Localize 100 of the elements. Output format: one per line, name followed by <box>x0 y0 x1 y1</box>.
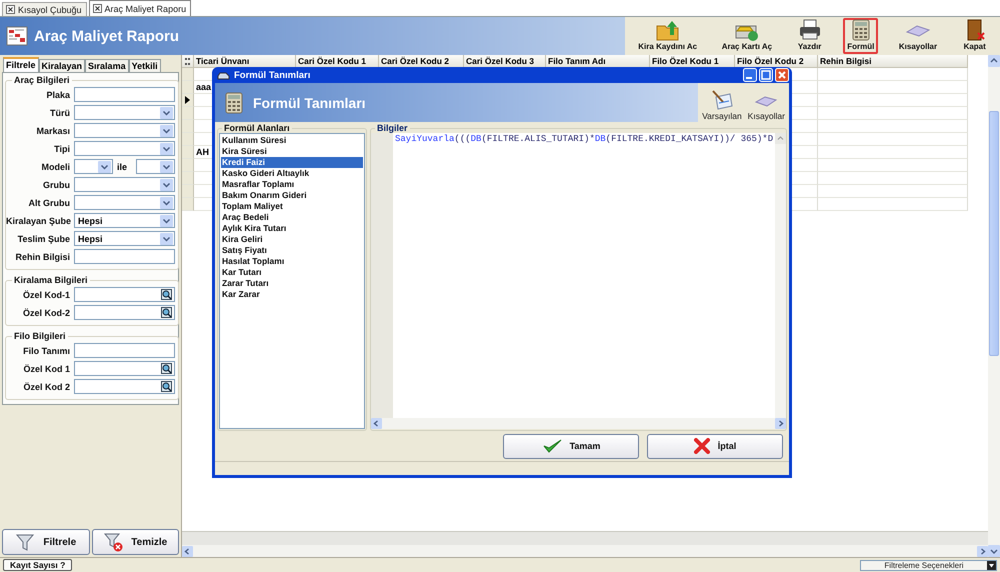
search-icon <box>161 289 172 300</box>
chevron-icon <box>160 178 173 190</box>
chevron-icon <box>160 160 173 172</box>
toolbar-button[interactable]: Kira Kaydını Ac <box>634 18 702 54</box>
list-item[interactable]: Zarar Tutarı <box>221 278 363 289</box>
funnel-clear-icon <box>103 532 124 552</box>
list-item[interactable]: Kullanım Süresi <box>221 135 363 146</box>
group-title: Bilgiler <box>376 123 409 133</box>
dialog-button[interactable]: İptal <box>647 434 783 458</box>
dropdown-field[interactable]: Hepsi <box>74 231 175 246</box>
vertical-scrollbar[interactable] <box>988 55 1000 557</box>
list-item[interactable]: Kar Zarar <box>221 289 363 300</box>
tab[interactable]: Filtrele <box>3 57 39 72</box>
toolbar-button[interactable]: Araç Kartı Aç <box>718 18 776 54</box>
dropdown-field[interactable] <box>74 141 175 156</box>
toolbar-button[interactable]: Formül <box>843 18 878 54</box>
close-icon <box>6 5 15 14</box>
lookup-field[interactable] <box>74 361 175 376</box>
filter-button[interactable]: Filtrele <box>2 529 90 555</box>
chevron-icon <box>160 214 173 226</box>
page-title: Araç Maliyet Raporu <box>34 28 180 44</box>
dropdown-field[interactable] <box>74 105 175 120</box>
group-title: Kiralama Bilgileri <box>13 275 89 285</box>
horizontal-scrollbar[interactable] <box>182 545 988 557</box>
field-label: Türü <box>49 108 70 118</box>
tab[interactable]: Araç Maliyet Raporu <box>88 0 192 16</box>
vertical-scrollbar[interactable] <box>775 133 786 418</box>
column-header[interactable]: Cari Özel Kodu 3 <box>464 55 546 68</box>
minimize-icon <box>743 68 757 82</box>
column-header[interactable]: Filo Özel Kodu 1 <box>650 55 735 68</box>
record-count-button[interactable]: Kayıt Sayısı ? <box>3 559 72 571</box>
list-item[interactable]: Kredi Faizi <box>221 157 363 168</box>
field-label: Rehin Bilgisi <box>14 252 70 262</box>
dropdown-field[interactable] <box>136 159 175 174</box>
connector-label: ile <box>117 162 128 172</box>
tab[interactable]: Yetkili <box>128 59 161 72</box>
search-icon <box>161 381 172 392</box>
dropdown-field[interactable] <box>74 123 175 138</box>
list-item[interactable]: Kira Geliri <box>221 234 363 245</box>
dropdown-field[interactable]: Hepsi <box>74 213 175 228</box>
lookup-field[interactable] <box>74 287 175 302</box>
column-header[interactable]: Rehin Bilgisi <box>818 55 968 68</box>
tab[interactable]: Sıralama <box>85 59 129 72</box>
input-field[interactable] <box>74 249 175 264</box>
input-field[interactable] <box>74 87 175 102</box>
column-header[interactable]: Cari Özel Kodu 2 <box>379 55 464 68</box>
lookup-field[interactable] <box>74 379 175 394</box>
list-item[interactable]: Araç Bedeli <box>221 212 363 223</box>
tool-button[interactable]: Varsayılan <box>702 85 742 121</box>
list-item[interactable]: Kar Tutarı <box>221 267 363 278</box>
field-label: Özel Kod-1 <box>22 290 70 300</box>
scrollbar-thumb[interactable] <box>989 111 999 356</box>
lookup-field[interactable] <box>74 305 175 320</box>
filter-button[interactable]: Temizle <box>92 529 179 555</box>
group-title: Araç Bilgileri <box>13 75 71 85</box>
scroll-right-icon <box>977 546 988 556</box>
chevron-icon <box>160 232 173 244</box>
input-field[interactable] <box>74 343 175 358</box>
toolbar-button[interactable]: Kapat <box>958 18 992 54</box>
list-item[interactable]: Masraflar Toplamı <box>221 179 363 190</box>
dropdown-field[interactable]: Filtreleme Seçenekleri <box>860 560 997 570</box>
row-header[interactable] <box>182 94 194 107</box>
dropdown-field[interactable] <box>74 195 175 210</box>
car-icon <box>217 70 230 80</box>
chevron-icon <box>160 142 173 154</box>
list-item[interactable]: Satış Fiyatı <box>221 245 363 256</box>
chevron-icon <box>98 160 111 172</box>
chevron-icon <box>160 196 173 208</box>
field-label: Filo Tanımı <box>22 346 70 356</box>
formula-text[interactable]: SayiYuvarla(((DB(FILTRE.ALIS_TUTARI)*DB(FILTRE.KREDI_KATSAYI))/ 365)*D <box>393 133 775 418</box>
tab[interactable]: Kiralayan <box>38 59 86 72</box>
toolbar-button[interactable]: Yazdır <box>792 18 827 54</box>
close-icon <box>92 4 102 13</box>
scroll-right-icon <box>775 418 786 429</box>
report-icon <box>6 25 28 47</box>
maximize-icon <box>759 68 773 82</box>
group-title: Formül Alanları <box>223 123 291 133</box>
scroll-left-icon <box>182 546 193 556</box>
dropdown-arrow-icon <box>987 560 996 570</box>
field-label: Kiralayan Şube <box>6 216 70 226</box>
list-item[interactable]: Toplam Maliyet <box>221 201 363 212</box>
column-header[interactable]: Filo Tanım Adı <box>546 55 650 68</box>
list-item[interactable]: Hasılat Toplamı <box>221 256 363 267</box>
horizontal-scrollbar[interactable] <box>371 418 786 429</box>
list-item[interactable]: Aylık Kira Tutarı <box>221 223 363 234</box>
list-item[interactable]: Kasko Gideri Altıaylık <box>221 168 363 179</box>
pen-paper-icon <box>710 89 734 111</box>
tool-button[interactable]: Kısayollar <box>748 85 785 121</box>
scroll-up-icon <box>775 133 786 144</box>
dropdown-field[interactable] <box>74 159 113 174</box>
tab[interactable]: Kısayol Çubuğu <box>2 2 87 16</box>
dialog-button[interactable]: Tamam <box>503 434 639 458</box>
column-header[interactable]: Cari Özel Kodu 1 <box>296 55 379 68</box>
search-icon <box>161 363 172 374</box>
group-title: Filo Bilgileri <box>13 331 67 341</box>
column-header[interactable]: Ticari Ünvanı <box>194 55 296 68</box>
column-header[interactable]: Filo Özel Kodu 2 <box>735 55 818 68</box>
dropdown-field[interactable] <box>74 177 175 192</box>
toolbar-button[interactable]: Kısayollar <box>894 18 942 54</box>
list-item[interactable]: Bakım Onarım Gideri <box>221 190 363 201</box>
